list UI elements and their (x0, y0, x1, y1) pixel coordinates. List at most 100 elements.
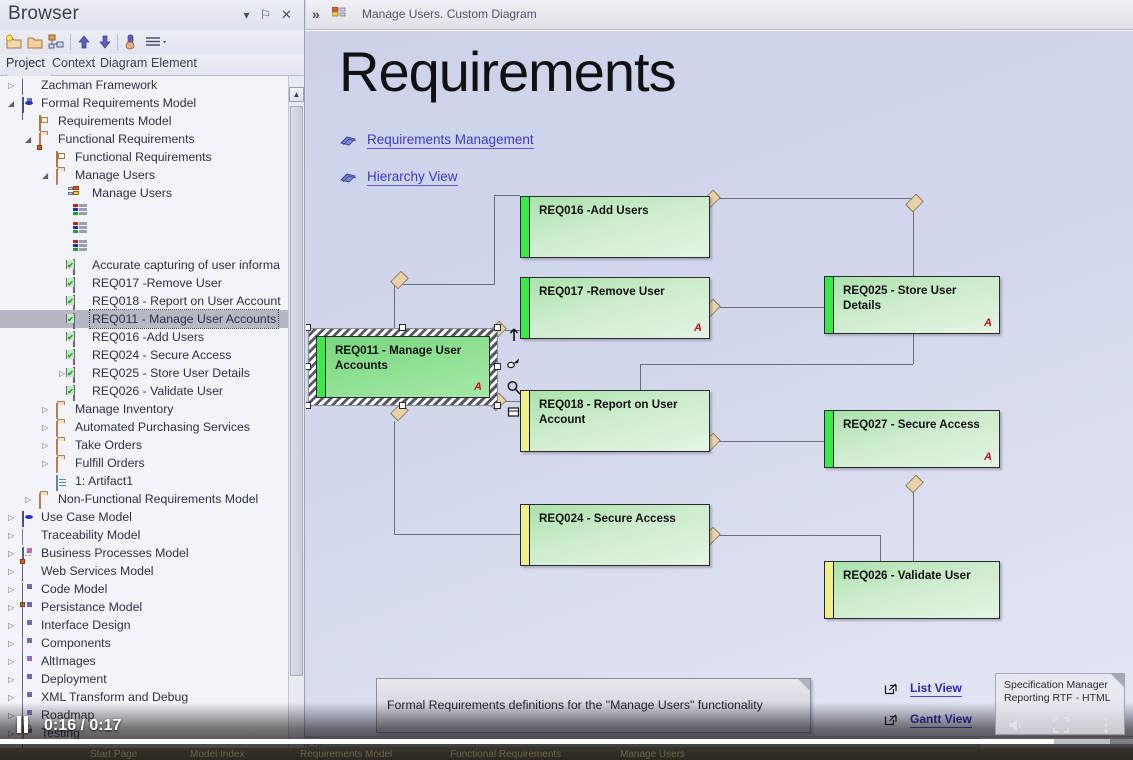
project-browser-tree[interactable]: Zachman Framework Formal Requirements Mod… (0, 76, 288, 748)
status-tab[interactable]: Requirements Model (300, 749, 392, 760)
tree-item[interactable]: REQ018 - Report on User Account (0, 292, 288, 311)
expand-arrow-closed-icon[interactable] (8, 675, 16, 684)
expand-arrow-closed-icon[interactable] (42, 405, 50, 414)
tree-item[interactable]: Web Services Model (0, 562, 288, 607)
element-req026[interactable]: REQ026 - Validate User (824, 561, 1000, 619)
tree-item[interactable]: Deployment (0, 670, 288, 714)
resize-handle[interactable] (399, 402, 406, 409)
tree-item[interactable]: Persistance Model (0, 598, 288, 642)
browser-tab-project[interactable]: Project (6, 56, 45, 70)
diagram-canvas[interactable]: Requirements Requirements Management Hie… (306, 31, 1133, 736)
browser-tab-element[interactable]: Element (151, 56, 197, 70)
element-req024[interactable]: REQ024 - Secure Access (520, 504, 710, 566)
tree-item[interactable]: Fulfill Orders (0, 454, 288, 473)
expand-arrow-closed-icon[interactable] (8, 711, 16, 720)
tree-item[interactable]: Automated Purchasing Services (0, 418, 288, 437)
tree-item[interactable]: Interface Design (0, 616, 288, 660)
resize-handle[interactable] (494, 363, 501, 370)
diagram-tab-label[interactable]: Manage Users. Custom Diagram (362, 7, 537, 21)
element-req018[interactable]: REQ018 - Report on User Account (520, 390, 710, 452)
tree-item[interactable]: 1: Artifact1 (0, 472, 288, 491)
tree-item[interactable]: Business Processes Model (0, 544, 288, 564)
resize-handle[interactable] (494, 324, 501, 331)
tree-item[interactable]: REQ025 - Store User Details (0, 364, 288, 383)
tree-item[interactable]: Non-Functional Requirements Model (0, 490, 288, 509)
quicklink-pin-icon[interactable] (506, 356, 522, 372)
expand-arrow-closed-icon[interactable] (8, 657, 16, 666)
tree-item[interactable]: Traceability Model (0, 526, 288, 570)
tree-item[interactable]: XML Transform and Debug (0, 688, 288, 732)
quicklink-note-icon[interactable] (506, 404, 522, 420)
expand-arrow-closed-icon[interactable] (8, 639, 16, 648)
resize-handle[interactable] (306, 324, 311, 331)
new-package-icon[interactable] (5, 33, 23, 51)
expand-arrow-closed-icon[interactable] (8, 531, 16, 540)
expand-arrow-closed-icon[interactable] (8, 81, 16, 90)
status-tab[interactable]: Manage Users (620, 749, 685, 760)
status-tab[interactable]: Model Index (190, 749, 244, 760)
volume-icon[interactable] (1005, 714, 1027, 736)
chevron-right-icon[interactable]: » (312, 6, 320, 22)
pin-icon[interactable]: ⚐ (258, 7, 273, 23)
tree-item[interactable] (0, 202, 288, 220)
diagram-note[interactable]: Formal Requirements definitions for the … (376, 678, 811, 733)
move-up-icon[interactable] (75, 33, 93, 51)
resize-handle[interactable] (494, 402, 501, 409)
tree-item[interactable]: Functional Requirements (0, 130, 288, 150)
video-progress-bar[interactable] (0, 739, 1133, 744)
expand-arrow-closed-icon[interactable] (8, 585, 16, 594)
resize-handle[interactable] (399, 324, 406, 331)
tree-item[interactable]: Manage Users (0, 166, 288, 185)
tree-item[interactable]: Code Model (0, 580, 288, 624)
menu-icon[interactable] (143, 33, 169, 51)
tree-item[interactable]: Manage Users (0, 184, 288, 202)
tree-item[interactable] (0, 220, 288, 238)
tree-item[interactable] (0, 238, 288, 256)
tree-item[interactable]: Manage Inventory (0, 400, 288, 419)
tree-item[interactable]: Zachman Framework (0, 76, 288, 120)
tree-item[interactable]: Use Case Model (0, 508, 288, 527)
resize-handle[interactable] (306, 402, 311, 409)
expand-arrow-open-icon[interactable] (42, 171, 50, 180)
expand-arrow-closed-icon[interactable] (8, 513, 16, 522)
expand-arrow-closed-icon[interactable] (8, 603, 16, 612)
fullscreen-icon[interactable] (1050, 714, 1072, 736)
caret-down-icon[interactable]: ▾ (239, 7, 254, 23)
tree-item[interactable]: Components (0, 634, 288, 678)
move-down-icon[interactable] (96, 33, 114, 51)
expand-arrow-closed-icon[interactable] (8, 549, 16, 558)
expand-arrow-closed-icon[interactable] (42, 423, 50, 432)
status-tab[interactable]: Functional Requirements (450, 749, 561, 760)
tree-item[interactable]: REQ024 - Secure Access (0, 346, 288, 365)
expand-arrow-open-icon[interactable] (8, 99, 16, 108)
tree-item[interactable]: REQ017 -Remove User (0, 274, 288, 293)
status-tab[interactable]: Start Page (90, 749, 137, 760)
pause-button[interactable] (16, 716, 30, 733)
tree-item[interactable]: REQ016 -Add Users (0, 328, 288, 347)
expand-arrow-closed-icon[interactable] (42, 441, 50, 450)
browser-tree-scrollbar[interactable]: ▲ (288, 76, 304, 748)
close-icon[interactable]: ✕ (279, 7, 294, 23)
tree-item[interactable]: Take Orders (0, 436, 288, 455)
browser-tab-diagram[interactable]: Diagram (100, 56, 147, 70)
expand-arrow-closed-icon[interactable] (42, 459, 50, 468)
expand-arrow-closed-icon[interactable] (25, 495, 33, 504)
hierarchy-icon[interactable] (47, 33, 65, 51)
expand-arrow-closed-icon[interactable] (8, 567, 16, 576)
pointer-hand-icon[interactable] (122, 33, 140, 51)
browser-tab-context[interactable]: Context (52, 56, 95, 70)
scrollbar-thumb[interactable] (290, 106, 303, 676)
element-req025[interactable]: REQ025 - Store User Details A (824, 276, 1000, 334)
tree-item[interactable]: AltImages (0, 652, 288, 696)
folder-icon[interactable] (26, 33, 44, 51)
expand-arrow-open-icon[interactable] (25, 135, 33, 144)
element-req027[interactable]: REQ027 - Secure Access A (824, 410, 1000, 468)
tree-item[interactable]: Accurate capturing of user informa (0, 256, 288, 275)
quicklink-search-icon[interactable] (506, 380, 522, 396)
scroll-up-icon[interactable]: ▲ (289, 87, 304, 102)
more-options-icon[interactable] (1095, 714, 1117, 736)
tree-item[interactable]: Requirements Model (0, 112, 288, 131)
element-req011[interactable]: REQ011 - Manage User Accounts A (316, 336, 490, 398)
quicklink-arrow-icon[interactable] (506, 327, 522, 343)
tree-item[interactable]: Functional Requirements (0, 148, 288, 167)
